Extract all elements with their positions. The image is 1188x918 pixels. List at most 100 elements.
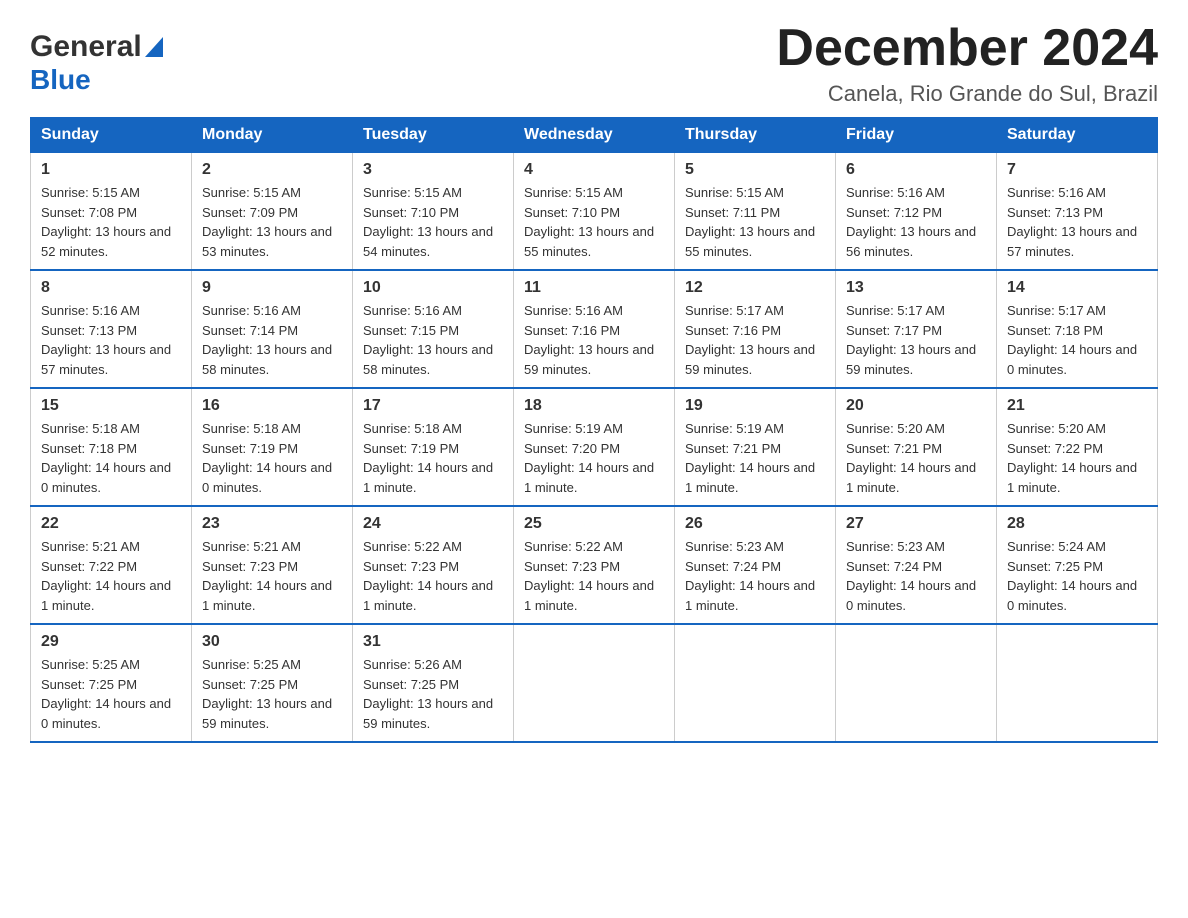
- calendar-cell: 27Sunrise: 5:23 AMSunset: 7:24 PMDayligh…: [836, 506, 997, 624]
- calendar-cell: 23 Sunrise: 5:21 AMSunset: 7:23 PMDayligh…: [192, 506, 353, 624]
- day-info: Sunrise: 5:26 AMSunset: 7:25 PMDaylight:…: [363, 655, 503, 733]
- calendar-cell: 21 Sunrise: 5:20 AMSunset: 7:22 PMDayligh…: [997, 388, 1158, 506]
- day-number: 15: [41, 397, 181, 415]
- day-info: Sunrise: 5:25 AMSunset: 7:25 PMDaylight:…: [41, 655, 181, 733]
- day-info: Sunrise: 5:16 AMSunset: 7:13 PMDaylight:…: [1007, 183, 1147, 261]
- day-info: Sunrise: 5:16 AMSunset: 7:14 PMDaylight:…: [202, 301, 342, 379]
- day-number: 14: [1007, 279, 1147, 297]
- day-info: Sunrise: 5:21 AMSunset: 7:22 PMDaylight:…: [41, 537, 181, 615]
- day-number: 22: [41, 515, 181, 533]
- calendar-cell: [514, 624, 675, 742]
- calendar-cell: 2Sunrise: 5:15 AMSunset: 7:09 PMDaylight…: [192, 153, 353, 271]
- day-info: Sunrise: 5:23 AMSunset: 7:24 PMDaylight:…: [846, 537, 986, 615]
- calendar-cell: [675, 624, 836, 742]
- calendar-cell: 30 Sunrise: 5:25 AMSunset: 7:25 PMDayligh…: [192, 624, 353, 742]
- calendar-cell: 4Sunrise: 5:15 AMSunset: 7:10 PMDaylight…: [514, 153, 675, 271]
- calendar-cell: 1Sunrise: 5:15 AMSunset: 7:08 PMDaylight…: [31, 153, 192, 271]
- day-number: 10: [363, 279, 503, 297]
- day-number: 11: [524, 279, 664, 297]
- weekday-header-monday: Monday: [192, 118, 353, 153]
- day-info: Sunrise: 5:15 AMSunset: 7:10 PMDaylight:…: [363, 183, 503, 261]
- day-info: Sunrise: 5:18 AMSunset: 7:19 PMDaylight:…: [202, 419, 342, 497]
- day-info: Sunrise: 5:17 AMSunset: 7:16 PMDaylight:…: [685, 301, 825, 379]
- day-info: Sunrise: 5:20 AMSunset: 7:22 PMDaylight:…: [1007, 419, 1147, 497]
- day-number: 20: [846, 397, 986, 415]
- logo: General Blue: [30, 30, 163, 96]
- logo-blue-text: Blue: [30, 64, 91, 96]
- day-info: Sunrise: 5:22 AMSunset: 7:23 PMDaylight:…: [524, 537, 664, 615]
- day-number: 28: [1007, 515, 1147, 533]
- day-info: Sunrise: 5:15 AMSunset: 7:08 PMDaylight:…: [41, 183, 181, 261]
- calendar-cell: 17 Sunrise: 5:18 AMSunset: 7:19 PMDayligh…: [353, 388, 514, 506]
- calendar-cell: 20 Sunrise: 5:20 AMSunset: 7:21 PMDayligh…: [836, 388, 997, 506]
- weekday-header-thursday: Thursday: [675, 118, 836, 153]
- day-number: 13: [846, 279, 986, 297]
- day-number: 21: [1007, 397, 1147, 415]
- day-info: Sunrise: 5:19 AMSunset: 7:21 PMDaylight:…: [685, 419, 825, 497]
- day-number: 18: [524, 397, 664, 415]
- day-info: Sunrise: 5:23 AMSunset: 7:24 PMDaylight:…: [685, 537, 825, 615]
- day-number: 12: [685, 279, 825, 297]
- calendar-week-row: 22 Sunrise: 5:21 AMSunset: 7:22 PMDayligh…: [31, 506, 1158, 624]
- day-number: 25: [524, 515, 664, 533]
- calendar-cell: 5 Sunrise: 5:15 AMSunset: 7:11 PMDaylight…: [675, 153, 836, 271]
- weekday-header-friday: Friday: [836, 118, 997, 153]
- day-info: Sunrise: 5:16 AMSunset: 7:15 PMDaylight:…: [363, 301, 503, 379]
- calendar-cell: 16 Sunrise: 5:18 AMSunset: 7:19 PMDayligh…: [192, 388, 353, 506]
- day-info: Sunrise: 5:16 AMSunset: 7:12 PMDaylight:…: [846, 183, 986, 261]
- weekday-header-row: SundayMondayTuesdayWednesdayThursdayFrid…: [31, 118, 1158, 153]
- calendar-cell: 11 Sunrise: 5:16 AMSunset: 7:16 PMDayligh…: [514, 270, 675, 388]
- calendar-cell: 28 Sunrise: 5:24 AMSunset: 7:25 PMDayligh…: [997, 506, 1158, 624]
- day-info: Sunrise: 5:16 AMSunset: 7:16 PMDaylight:…: [524, 301, 664, 379]
- weekday-header-tuesday: Tuesday: [353, 118, 514, 153]
- day-info: Sunrise: 5:17 AMSunset: 7:18 PMDaylight:…: [1007, 301, 1147, 379]
- day-info: Sunrise: 5:18 AMSunset: 7:18 PMDaylight:…: [41, 419, 181, 497]
- day-number: 6: [846, 161, 986, 179]
- calendar-table: SundayMondayTuesdayWednesdayThursdayFrid…: [30, 117, 1158, 743]
- day-info: Sunrise: 5:21 AMSunset: 7:23 PMDaylight:…: [202, 537, 342, 615]
- calendar-cell: [997, 624, 1158, 742]
- title-block: December 2024 Canela, Rio Grande do Sul,…: [776, 20, 1158, 107]
- day-number: 19: [685, 397, 825, 415]
- calendar-cell: 29Sunrise: 5:25 AMSunset: 7:25 PMDayligh…: [31, 624, 192, 742]
- day-info: Sunrise: 5:24 AMSunset: 7:25 PMDaylight:…: [1007, 537, 1147, 615]
- logo-general-text: General: [30, 30, 142, 64]
- day-number: 30: [202, 633, 342, 651]
- day-info: Sunrise: 5:16 AMSunset: 7:13 PMDaylight:…: [41, 301, 181, 379]
- calendar-cell: 7Sunrise: 5:16 AMSunset: 7:13 PMDaylight…: [997, 153, 1158, 271]
- calendar-cell: 15 Sunrise: 5:18 AMSunset: 7:18 PMDayligh…: [31, 388, 192, 506]
- day-number: 9: [202, 279, 342, 297]
- calendar-week-row: 29Sunrise: 5:25 AMSunset: 7:25 PMDayligh…: [31, 624, 1158, 742]
- calendar-cell: 18 Sunrise: 5:19 AMSunset: 7:20 PMDayligh…: [514, 388, 675, 506]
- day-number: 2: [202, 161, 342, 179]
- day-info: Sunrise: 5:19 AMSunset: 7:20 PMDaylight:…: [524, 419, 664, 497]
- day-number: 26: [685, 515, 825, 533]
- calendar-cell: 13 Sunrise: 5:17 AMSunset: 7:17 PMDayligh…: [836, 270, 997, 388]
- calendar-cell: 10 Sunrise: 5:16 AMSunset: 7:15 PMDayligh…: [353, 270, 514, 388]
- day-info: Sunrise: 5:18 AMSunset: 7:19 PMDaylight:…: [363, 419, 503, 497]
- logo-triangle-icon: [145, 37, 163, 57]
- day-info: Sunrise: 5:25 AMSunset: 7:25 PMDaylight:…: [202, 655, 342, 733]
- day-number: 17: [363, 397, 503, 415]
- calendar-cell: 8 Sunrise: 5:16 AMSunset: 7:13 PMDaylight…: [31, 270, 192, 388]
- day-number: 23: [202, 515, 342, 533]
- day-number: 4: [524, 161, 664, 179]
- day-number: 8: [41, 279, 181, 297]
- calendar-cell: 25 Sunrise: 5:22 AMSunset: 7:23 PMDayligh…: [514, 506, 675, 624]
- calendar-body: 1Sunrise: 5:15 AMSunset: 7:08 PMDaylight…: [31, 153, 1158, 743]
- day-number: 5: [685, 161, 825, 179]
- day-info: Sunrise: 5:15 AMSunset: 7:11 PMDaylight:…: [685, 183, 825, 261]
- day-number: 16: [202, 397, 342, 415]
- month-title: December 2024: [776, 20, 1158, 77]
- calendar-cell: 31 Sunrise: 5:26 AMSunset: 7:25 PMDayligh…: [353, 624, 514, 742]
- day-number: 31: [363, 633, 503, 651]
- day-info: Sunrise: 5:17 AMSunset: 7:17 PMDaylight:…: [846, 301, 986, 379]
- page-header: General Blue December 2024 Canela, Rio G…: [30, 20, 1158, 107]
- day-number: 24: [363, 515, 503, 533]
- day-info: Sunrise: 5:20 AMSunset: 7:21 PMDaylight:…: [846, 419, 986, 497]
- calendar-cell: 26 Sunrise: 5:23 AMSunset: 7:24 PMDayligh…: [675, 506, 836, 624]
- calendar-cell: 9 Sunrise: 5:16 AMSunset: 7:14 PMDaylight…: [192, 270, 353, 388]
- calendar-cell: 24Sunrise: 5:22 AMSunset: 7:23 PMDayligh…: [353, 506, 514, 624]
- calendar-header: SundayMondayTuesdayWednesdayThursdayFrid…: [31, 118, 1158, 153]
- calendar-week-row: 1Sunrise: 5:15 AMSunset: 7:08 PMDaylight…: [31, 153, 1158, 271]
